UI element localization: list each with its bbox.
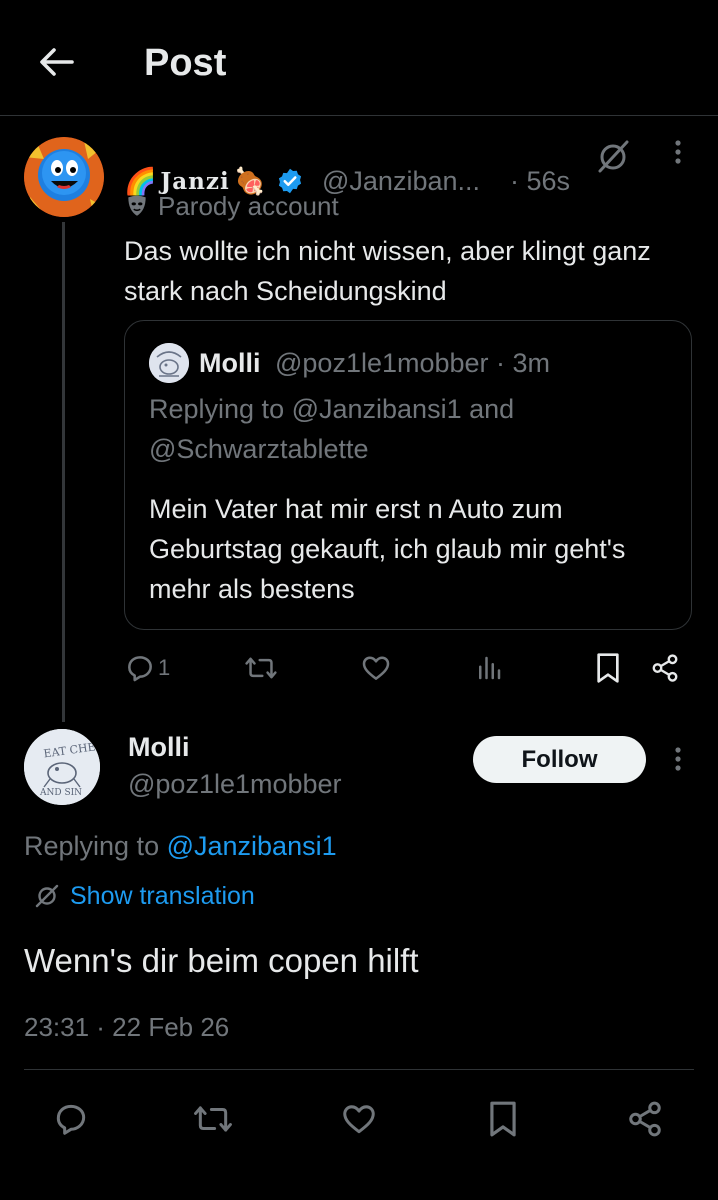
replying-to: Replying to @Janzibansi1 bbox=[24, 828, 337, 864]
author-handle[interactable]: @Janziban... bbox=[322, 165, 480, 197]
arrow-left-icon[interactable] bbox=[34, 40, 78, 84]
reply-icon[interactable] bbox=[52, 1100, 90, 1138]
quote-handle-time: @poz1le1mobber · 3m bbox=[275, 348, 551, 378]
quote-replying-to: Replying to @Janzibansi1 and @Schwarztab… bbox=[149, 394, 515, 464]
divider bbox=[24, 1069, 694, 1070]
svg-text:AND SIN: AND SIN bbox=[39, 788, 82, 798]
follow-button[interactable]: Follow bbox=[473, 736, 646, 783]
bookmark-icon[interactable] bbox=[594, 652, 622, 684]
post-text: Wenn's dir beim copen hilft bbox=[24, 942, 419, 979]
mask-icon bbox=[124, 193, 150, 219]
translate-icon bbox=[34, 883, 60, 909]
show-translation-button[interactable]: Show translation bbox=[34, 880, 255, 912]
parody-text: Parody account bbox=[158, 191, 339, 221]
post-time[interactable]: · 56s bbox=[510, 165, 570, 197]
author-handle[interactable]: @poz1le1mobber bbox=[128, 768, 342, 800]
show-translation-label: Show translation bbox=[70, 882, 255, 910]
avatar[interactable] bbox=[24, 137, 104, 217]
quote-avatar bbox=[149, 343, 189, 383]
quote-text: Mein Vater hat mir erst n Auto zum Gebur… bbox=[149, 494, 626, 604]
replying-mention-link[interactable]: @Janzibansi1 bbox=[167, 831, 337, 861]
more-options-icon[interactable] bbox=[668, 138, 688, 168]
views-icon[interactable] bbox=[474, 652, 504, 684]
reply-count: 1 bbox=[158, 655, 171, 680]
top-bar bbox=[0, 0, 718, 116]
page-title: Post bbox=[144, 42, 227, 84]
author-name[interactable]: Molli bbox=[128, 731, 190, 763]
replying-prefix: Replying to bbox=[24, 831, 167, 861]
post-text: Das wollte ich nicht wissen, aber klingt… bbox=[124, 236, 651, 306]
more-options-icon[interactable] bbox=[668, 745, 688, 775]
repost-icon[interactable] bbox=[192, 1100, 234, 1138]
avatar[interactable]: EAT CHEESE AND SIN bbox=[24, 729, 100, 805]
share-icon[interactable] bbox=[650, 652, 680, 684]
repost-icon[interactable] bbox=[244, 652, 278, 684]
post-timestamp[interactable]: 23:31 · 22 Feb 26 bbox=[24, 1010, 229, 1044]
reply-icon[interactable] bbox=[124, 652, 156, 684]
grok-icon[interactable] bbox=[594, 138, 632, 176]
thread-line bbox=[62, 222, 65, 722]
quote-author-name: Molli bbox=[199, 348, 261, 378]
like-icon[interactable] bbox=[340, 1100, 378, 1138]
share-icon[interactable] bbox=[626, 1100, 664, 1138]
quoted-post[interactable]: Molli @poz1le1mobber · 3m Replying to @J… bbox=[124, 320, 692, 630]
parody-label: Parody account bbox=[124, 191, 339, 221]
bookmark-icon[interactable] bbox=[486, 1100, 520, 1138]
like-icon[interactable] bbox=[360, 652, 392, 684]
